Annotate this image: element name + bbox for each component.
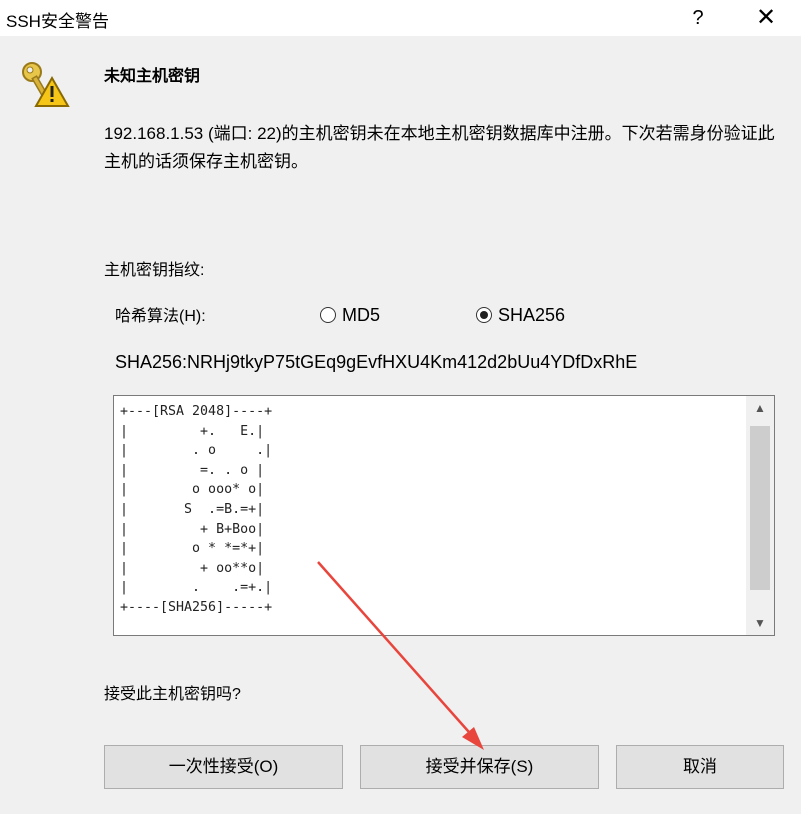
- vertical-scrollbar[interactable]: ▲ ▼: [746, 396, 774, 635]
- window-title: SSH安全警告: [6, 12, 109, 31]
- fingerprint-label: 主机密钥指纹:: [104, 262, 205, 279]
- accept-question: 接受此主机密钥吗?: [104, 686, 241, 703]
- scroll-down-icon[interactable]: ▼: [746, 611, 774, 635]
- md5-radio-circle[interactable]: [320, 307, 336, 323]
- accept-once-button[interactable]: 一次性接受(O): [104, 745, 343, 789]
- key-warning-icon: [22, 62, 70, 107]
- hash-algorithm-label: 哈希算法(H):: [115, 308, 206, 325]
- help-button[interactable]: ?: [678, 3, 718, 33]
- md5-radio[interactable]: MD5: [320, 303, 380, 327]
- title-bar: SSH安全警告 ? ✕: [0, 0, 801, 36]
- warning-message: 192.168.1.53 (端口: 22)的主机密钥未在本地主机密钥数据库中注册…: [104, 124, 775, 171]
- dialog-heading: 未知主机密钥: [104, 68, 201, 85]
- close-button[interactable]: ✕: [746, 3, 786, 33]
- scroll-up-icon[interactable]: ▲: [746, 396, 774, 420]
- md5-radio-label[interactable]: MD5: [342, 305, 380, 326]
- sha256-radio-label[interactable]: SHA256: [498, 305, 565, 326]
- fingerprint-value: SHA256:NRHj9tkyP75tGEq9gEvfHXU4Km412d2bU…: [115, 352, 638, 372]
- cancel-button[interactable]: 取消: [616, 745, 784, 789]
- randomart-textbox[interactable]: +---[RSA 2048]----+ | +. E.| | . o .| | …: [113, 395, 775, 636]
- sha256-radio[interactable]: SHA256: [476, 303, 565, 327]
- scroll-thumb[interactable]: [750, 426, 770, 590]
- accept-and-save-button[interactable]: 接受并保存(S): [360, 745, 599, 789]
- randomart-text: +---[RSA 2048]----+ | +. E.| | . o .| | …: [120, 404, 273, 615]
- sha256-radio-circle[interactable]: [476, 307, 492, 323]
